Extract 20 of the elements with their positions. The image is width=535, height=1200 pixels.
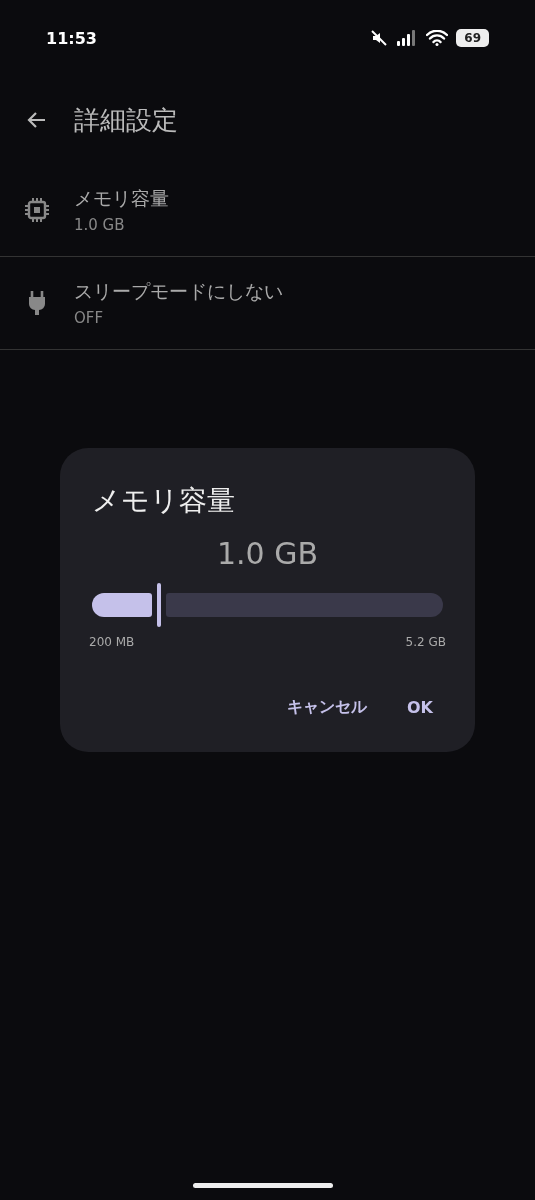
status-time: 11:53 bbox=[46, 28, 97, 48]
page-title: 詳細設定 bbox=[74, 103, 178, 137]
muted-icon bbox=[370, 29, 389, 47]
battery-indicator: 69 bbox=[456, 29, 489, 47]
plug-icon bbox=[28, 290, 46, 316]
slider-handle[interactable] bbox=[156, 583, 161, 627]
setting-title: スリープモードにしない bbox=[74, 279, 283, 304]
settings-row[interactable]: メモリ容量 1.0 GB bbox=[0, 164, 535, 257]
wifi-icon bbox=[426, 30, 449, 46]
slider-reading: 1.0 GB bbox=[216, 536, 319, 571]
dialog-title: メモリ容量 bbox=[92, 483, 235, 519]
dialog-button[interactable]: OK bbox=[397, 689, 443, 726]
setting-value: OFF bbox=[74, 309, 105, 327]
settings-row[interactable]: スリープモードにしない OFF bbox=[0, 257, 535, 350]
setting-title: メモリ容量 bbox=[74, 186, 169, 211]
chip-icon bbox=[24, 197, 50, 223]
slider-max-label: 5.2 GB bbox=[405, 635, 446, 649]
slider-min-label: 200 MB bbox=[89, 635, 135, 649]
dialog-button[interactable]: キャンセル bbox=[277, 689, 377, 726]
setting-value: 1.0 GB bbox=[74, 216, 126, 234]
